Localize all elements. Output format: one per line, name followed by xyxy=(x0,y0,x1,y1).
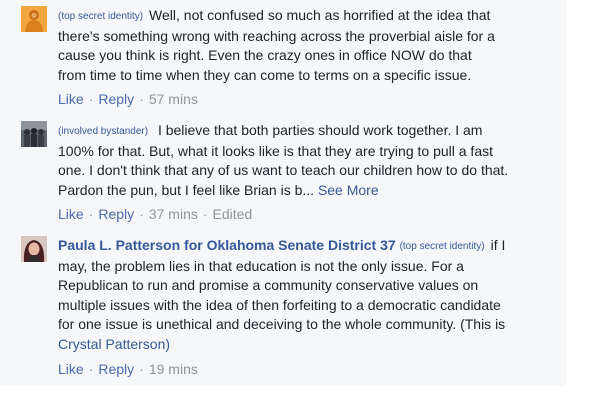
comment-actions: Like · Reply · 19 mins xyxy=(58,361,198,377)
comment-actions: Like · Reply · 37 mins · Edited xyxy=(58,206,253,222)
edited-label[interactable]: Edited xyxy=(213,206,253,222)
timestamp[interactable]: 57 mins xyxy=(149,91,198,107)
comment-text: (top secret identity) Well, not confused … xyxy=(58,7,495,83)
comment-text: (involved bystander) I believe that both… xyxy=(58,122,509,198)
like-link[interactable]: Like xyxy=(58,206,84,222)
like-link[interactable]: Like xyxy=(58,91,84,107)
mention-link[interactable]: Crystal Patterson) xyxy=(58,336,170,352)
comment-text: Paula L. Patterson for Oklahoma Senate D… xyxy=(58,237,506,352)
page-margin-right xyxy=(566,0,600,400)
comment-actions: Like · Reply · 57 mins xyxy=(58,91,198,107)
comment-thread: (top secret identity) Well, not confused … xyxy=(0,0,566,386)
identity-tag[interactable]: (top secret identity) xyxy=(58,11,143,22)
avatar-paula-patterson[interactable] xyxy=(21,236,47,262)
timestamp[interactable]: 37 mins xyxy=(149,206,198,222)
like-link[interactable]: Like xyxy=(58,361,84,377)
identity-tag[interactable]: (involved bystander) xyxy=(58,126,148,137)
see-more-link[interactable]: See More xyxy=(318,182,379,198)
reply-link[interactable]: Reply xyxy=(98,361,134,377)
identity-tag[interactable]: (top secret identity) xyxy=(400,241,485,252)
comment-author[interactable]: Paula L. Patterson for Oklahoma Senate D… xyxy=(58,237,396,253)
avatar-orange-hoodie[interactable] xyxy=(21,6,47,32)
timestamp[interactable]: 19 mins xyxy=(149,361,198,377)
reply-link[interactable]: Reply xyxy=(98,91,134,107)
page-margin-bottom xyxy=(0,386,600,400)
avatar-group-photo[interactable] xyxy=(21,121,47,147)
reply-link[interactable]: Reply xyxy=(98,206,134,222)
